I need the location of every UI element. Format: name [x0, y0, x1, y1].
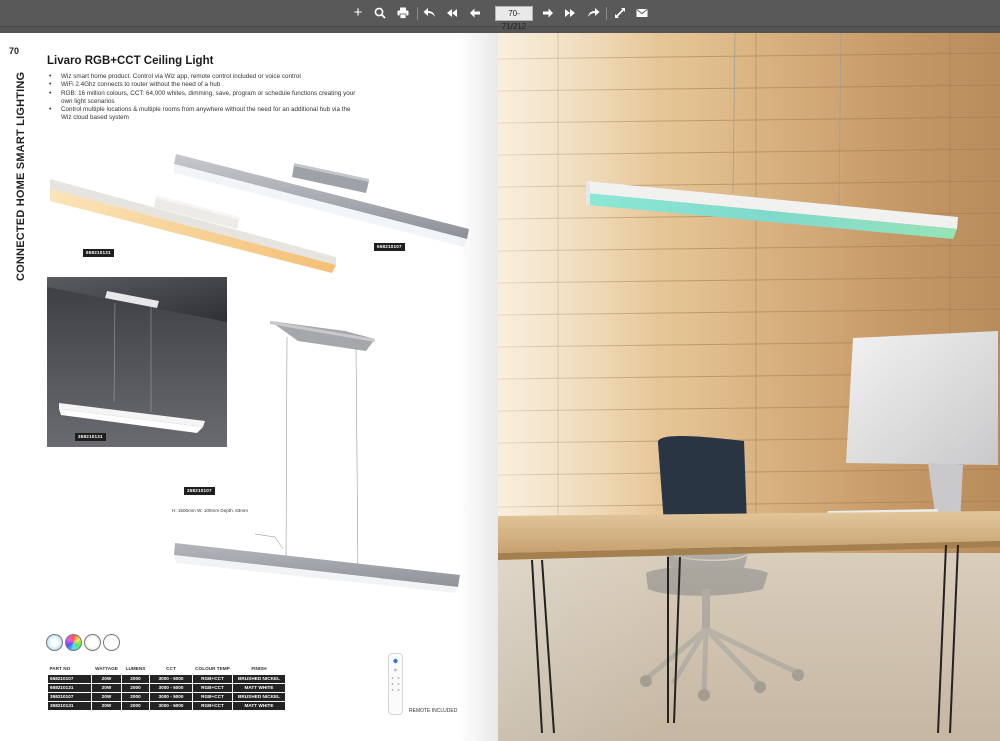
column-header: COLOUR TEMP	[195, 665, 230, 671]
dimmable-icon	[84, 634, 101, 652]
email-button[interactable]	[634, 5, 650, 22]
code-tag: 658210107	[374, 243, 405, 251]
feature-list: Wiz smart home product. Control via Wiz …	[47, 73, 357, 123]
cell-colour-temp: RGB+CCT	[192, 673, 233, 684]
cell-finish: BRUSHED NICKEL	[232, 673, 286, 684]
catalog-page-right[interactable]	[498, 33, 1000, 741]
email-icon	[636, 9, 648, 17]
catalog-page-left[interactable]: 70 CONNECTED HOME SMART LIGHTING Livaro …	[0, 33, 498, 741]
remote-image	[388, 653, 403, 715]
first-page-button[interactable]	[421, 5, 437, 22]
print-button[interactable]	[395, 5, 411, 22]
cell-wattage: 20W	[91, 691, 122, 702]
page-indicator[interactable]: 70-71/212	[495, 6, 533, 31]
cell-wattage: 20W	[91, 682, 122, 693]
table-row: 358210131 20W 2000 3000 - 5000 RGB+CCT M…	[47, 700, 286, 711]
last-page-icon	[587, 8, 599, 17]
feature-item: WiFi 2.4Ghz connects to router without t…	[47, 81, 357, 90]
code-tag: 358210131	[75, 433, 106, 441]
cell-part-no: 358210107	[47, 691, 92, 702]
cell-wattage: 20W	[91, 700, 122, 711]
last-page-button[interactable]	[585, 5, 601, 22]
spec-table: PART NO WATTAGE LUMENS CCT COLOUR TEMP F…	[47, 665, 286, 711]
toolbar-separator	[417, 7, 418, 20]
wiz-icon	[46, 634, 63, 652]
feature-icons	[46, 634, 122, 652]
rgb-colour-icon	[65, 634, 82, 652]
cell-cct: 3000 - 5000	[149, 700, 193, 711]
cell-finish: BRUSHED NICKEL	[232, 691, 286, 702]
cell-part-no: 358210131	[47, 700, 92, 711]
office-scene-photo	[498, 33, 1000, 741]
cell-colour-temp: RGB+CCT	[192, 682, 233, 693]
feature-item: Control multiple locations & multiple ro…	[47, 106, 357, 123]
search-icon	[374, 7, 386, 19]
search-button[interactable]	[372, 5, 388, 22]
cell-part-no: 658210131	[47, 682, 92, 693]
cell-lumens: 2000	[121, 691, 150, 702]
toolbar-separator	[606, 7, 607, 20]
cell-part-no: 658210107	[47, 673, 92, 684]
book-spread: 70 CONNECTED HOME SMART LIGHTING Livaro …	[0, 33, 1000, 741]
column-header: PART NO	[49, 665, 71, 671]
code-tag: 658210131	[83, 249, 114, 257]
prev-page-button[interactable]	[467, 5, 483, 22]
flipbook-toolbar: + 70-71/212	[0, 0, 1000, 31]
cell-finish: MATT WHITE	[232, 682, 286, 693]
cell-lumens: 2000	[121, 700, 150, 711]
remote-icon	[391, 658, 400, 691]
table-row: 658210131 20W 2000 3000 - 5000 RGB+CCT M…	[47, 682, 286, 693]
ceiling-light-product-images	[50, 154, 469, 273]
zoom-in-button[interactable]: +	[350, 5, 366, 22]
feature-item: RGB: 16 million colours, CCT: 64,000 whi…	[47, 90, 357, 107]
page-number: 70	[9, 46, 20, 56]
fullscreen-button[interactable]	[612, 5, 628, 22]
dimensions-note: H: 1500mm W: 100mm Depth: 63mm	[172, 508, 248, 513]
next-page-button[interactable]	[540, 5, 556, 22]
section-side-title: CONNECTED HOME SMART LIGHTING	[15, 71, 27, 281]
feature-item: Wiz smart home product. Control via Wiz …	[47, 73, 357, 82]
fast-back-button[interactable]	[444, 5, 460, 22]
first-page-icon	[423, 8, 435, 17]
cell-cct: 3000 - 5000	[149, 682, 193, 693]
product-title: Livaro RGB+CCT Ceiling Light	[47, 55, 214, 67]
print-icon	[397, 7, 409, 19]
table-row: 358210107 20W 2000 3000 - 5000 RGB+CCT B…	[47, 691, 286, 702]
cell-cct: 3000 - 5000	[149, 673, 193, 684]
plus-icon: +	[353, 4, 363, 21]
fullscreen-icon	[615, 8, 625, 18]
cell-colour-temp: RGB+CCT	[192, 691, 233, 702]
column-header: CCT	[166, 665, 176, 671]
pendant-light-product-image	[174, 321, 460, 593]
remote-icon	[103, 634, 120, 652]
cell-finish: MATT WHITE	[232, 700, 286, 711]
fast-back-icon	[447, 9, 457, 17]
column-header: FINISH	[251, 665, 267, 671]
fast-forward-icon	[565, 9, 575, 17]
arrow-left-icon	[470, 8, 480, 18]
cell-wattage: 20W	[91, 673, 122, 684]
page-gutter-shadow	[458, 33, 498, 741]
cell-lumens: 2000	[121, 673, 150, 684]
spec-table-header: PART NO WATTAGE LUMENS CCT COLOUR TEMP F…	[48, 665, 286, 674]
column-header: LUMENS	[125, 665, 146, 671]
table-row: 658210107 20W 2000 3000 - 5000 RGB+CCT B…	[47, 673, 286, 684]
cell-cct: 3000 - 5000	[149, 691, 193, 702]
cell-lumens: 2000	[121, 682, 150, 693]
cell-colour-temp: RGB+CCT	[192, 700, 233, 711]
fast-forward-button[interactable]	[562, 5, 578, 22]
code-tag: 358210107	[184, 487, 215, 495]
column-header: WATTAGE	[95, 665, 118, 671]
arrow-right-icon	[543, 8, 553, 18]
remote-label: REMOTE INCLUDED	[409, 708, 458, 714]
